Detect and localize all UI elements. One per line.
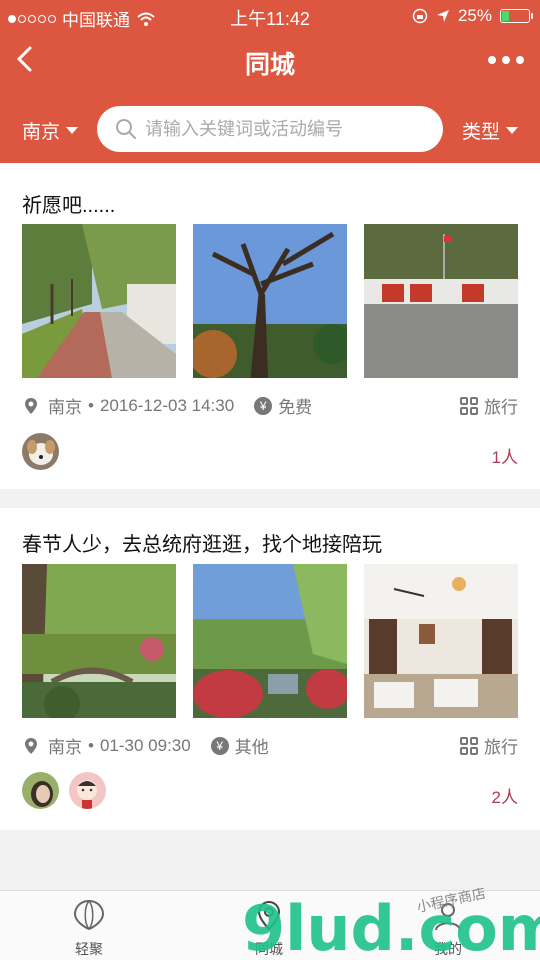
activity-card[interactable]: 春节人少，去总统府逛逛，找个地接陪玩 南京 • 01-30 09:30 ¥ 其他… [0, 508, 540, 830]
photo-willow-pond[interactable] [193, 564, 347, 718]
battery-percent: 25% [457, 6, 492, 25]
city-label: 南京 [22, 122, 61, 143]
photo-garden-bridge[interactable] [22, 564, 176, 718]
type-selector[interactable]: 类型 [462, 117, 518, 144]
tab-bar: 轻聚 同城 我的 [0, 890, 540, 960]
photo-row [22, 564, 518, 718]
activity-meta: 南京 • 2016-12-03 14:30 ¥ 免费 旅行 [22, 393, 518, 418]
search-box[interactable] [97, 106, 443, 152]
tab-qingju[interactable]: 轻聚 [49, 899, 129, 959]
activity-title: 春节人少，去总统府逛逛，找个地接陪玩 [22, 534, 382, 556]
participant-avatars [22, 433, 59, 470]
battery-icon [500, 9, 533, 23]
lock-rotation-icon [412, 8, 428, 24]
tab-wode[interactable]: 我的 [408, 899, 488, 959]
activity-location: 南京 [48, 738, 82, 757]
person-icon [435, 903, 461, 931]
photo-red-gate[interactable] [364, 224, 518, 378]
type-label: 类型 [461, 122, 500, 143]
status-bar: 中国联通 上午11:42 25% [0, 0, 540, 32]
activity-fee: 其他 [234, 738, 269, 757]
avatar[interactable] [22, 772, 59, 809]
map-pin-icon [257, 900, 281, 931]
activity-card[interactable]: 祈愿吧...... 南京 • 2016-12-03 14:30 ¥ 免费 旅行 … [0, 163, 540, 489]
activity-datetime: 01-30 09:30 [99, 735, 191, 755]
activity-fee: 免费 [278, 398, 313, 417]
photo-row [22, 224, 518, 378]
photo-interior-room[interactable] [364, 564, 518, 718]
avatar[interactable] [22, 433, 59, 470]
category-grid-icon [460, 736, 478, 755]
participant-count: 1人 [491, 448, 518, 467]
city-selector[interactable]: 南京 [22, 117, 79, 144]
tab-label: 轻聚 [75, 941, 103, 957]
location-pin-icon [25, 397, 37, 414]
location-pin-icon [25, 737, 37, 754]
yen-icon: ¥ [254, 396, 273, 415]
chevron-down-icon [66, 127, 79, 134]
category-label: 旅行 [484, 738, 518, 757]
chevron-down-icon [506, 127, 518, 134]
activity-meta: 南京 • 01-30 09:30 ¥ 其他 旅行 [22, 733, 518, 758]
separator: • [88, 395, 94, 415]
activity-category: 旅行 [460, 733, 518, 758]
participant-count: 2人 [491, 788, 518, 807]
photo-tree-lined-sidewalk[interactable] [22, 224, 176, 378]
yen-icon: ¥ [210, 736, 229, 755]
photo-tree-sky[interactable] [193, 224, 347, 378]
tab-label: 同城 [255, 941, 283, 957]
nav-bar: 同城 [0, 32, 540, 90]
category-label: 旅行 [484, 398, 518, 417]
activity-datetime: 2016-12-03 14:30 [99, 395, 235, 415]
activity-location: 南京 [48, 398, 82, 417]
status-right: 25% [412, 6, 533, 26]
page-title: 同城 [244, 51, 295, 79]
search-icon [116, 119, 136, 139]
participant-avatars [22, 772, 106, 809]
activity-title: 祈愿吧...... [22, 195, 116, 217]
search-input[interactable] [145, 118, 435, 140]
category-grid-icon [460, 396, 478, 415]
activity-category: 旅行 [460, 393, 518, 418]
more-icon[interactable] [488, 56, 524, 64]
avatar[interactable] [69, 772, 106, 809]
tab-tongcheng[interactable]: 同城 [229, 899, 309, 959]
separator: • [88, 735, 94, 755]
balloon-icon [73, 899, 105, 931]
filter-bar: 南京 类型 [0, 90, 540, 163]
tab-label: 我的 [434, 941, 462, 957]
location-arrow-icon [436, 10, 449, 22]
